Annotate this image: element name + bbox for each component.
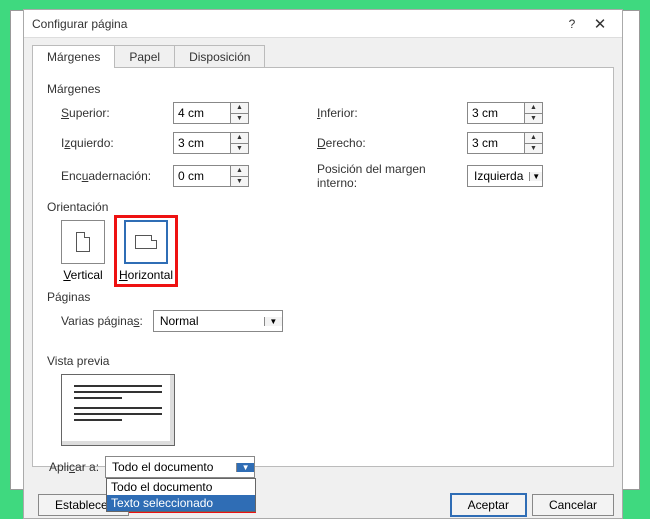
input-top[interactable] xyxy=(174,103,230,123)
close-button[interactable]: ✕ xyxy=(586,15,614,33)
spin-up-icon[interactable]: ▲ xyxy=(231,103,248,114)
spin-up-icon[interactable]: ▲ xyxy=(525,133,542,144)
spin-up-icon[interactable]: ▲ xyxy=(231,166,248,177)
input-bottom[interactable] xyxy=(468,103,524,123)
preview-thumbnail xyxy=(61,374,175,446)
section-pages-label: Páginas xyxy=(47,290,599,304)
dialog-title: Configurar página xyxy=(32,17,558,31)
section-orientation-label: Orientación xyxy=(47,200,599,214)
spin-up-icon[interactable]: ▲ xyxy=(525,103,542,114)
page-landscape-icon xyxy=(135,235,157,249)
label-apply-to: Aplicar a: xyxy=(49,460,99,474)
ok-button[interactable]: Aceptar xyxy=(451,494,526,516)
label-gutter-pos: Posición del margen interno: xyxy=(317,162,467,190)
apply-option-selected-text[interactable]: Texto seleccionado xyxy=(107,495,255,511)
chevron-down-icon: ▼ xyxy=(264,317,282,326)
spin-down-icon[interactable]: ▼ xyxy=(525,144,542,154)
dropdown-multi-pages[interactable]: Normal▼ xyxy=(153,310,283,332)
spin-down-icon[interactable]: ▼ xyxy=(525,114,542,124)
input-left[interactable] xyxy=(174,133,230,153)
help-button[interactable]: ? xyxy=(558,17,586,31)
label-left: Izquierdo: xyxy=(61,136,173,150)
input-right[interactable] xyxy=(468,133,524,153)
spin-down-icon[interactable]: ▼ xyxy=(231,177,248,187)
label-top: Superior: xyxy=(61,106,173,120)
tab-margins[interactable]: Márgenes xyxy=(32,45,115,68)
dropdown-gutter-pos[interactable]: Izquierda▼ xyxy=(467,165,543,187)
spin-bottom[interactable]: ▲▼ xyxy=(467,102,543,124)
tab-layout[interactable]: Disposición xyxy=(174,45,265,68)
spin-down-icon[interactable]: ▼ xyxy=(231,114,248,124)
page-portrait-icon xyxy=(76,232,90,252)
spin-gutter[interactable]: ▲▼ xyxy=(173,165,249,187)
spin-right[interactable]: ▲▼ xyxy=(467,132,543,154)
chevron-down-icon: ▼ xyxy=(529,172,542,181)
titlebar: Configurar página ? ✕ xyxy=(24,10,622,38)
tab-paper[interactable]: Papel xyxy=(114,45,175,68)
input-gutter[interactable] xyxy=(174,166,230,186)
apply-option-all[interactable]: Todo el documento xyxy=(107,479,255,495)
orientation-horizontal[interactable]: Horizontal xyxy=(119,220,173,282)
section-margins-label: Márgenes xyxy=(47,82,599,96)
tab-panel-margins: Márgenes Superior: ▲▼ Inferior: ▲▼ Izqui… xyxy=(32,67,614,467)
tab-strip: Márgenes Papel Disposición xyxy=(24,38,622,67)
label-bottom: Inferior: xyxy=(317,106,467,120)
label-multi-pages: Varias páginas: xyxy=(61,314,143,328)
dropdown-apply-to[interactable]: Todo el documento ▼ Todo el documento Te… xyxy=(105,456,255,478)
label-right: Derecho: xyxy=(317,136,467,150)
spin-top[interactable]: ▲▼ xyxy=(173,102,249,124)
spin-left[interactable]: ▲▼ xyxy=(173,132,249,154)
label-gutter: Encuadernación: xyxy=(61,169,173,183)
section-preview-label: Vista previa xyxy=(47,354,599,368)
cancel-button[interactable]: Cancelar xyxy=(532,494,614,516)
spin-up-icon[interactable]: ▲ xyxy=(231,133,248,144)
dropdown-apply-to-list: Todo el documento Texto seleccionado xyxy=(106,478,256,512)
page-setup-dialog: Configurar página ? ✕ Márgenes Papel Dis… xyxy=(23,9,623,519)
spin-down-icon[interactable]: ▼ xyxy=(231,144,248,154)
chevron-down-icon: ▼ xyxy=(236,463,254,472)
orientation-vertical[interactable]: Vertical xyxy=(61,220,105,282)
